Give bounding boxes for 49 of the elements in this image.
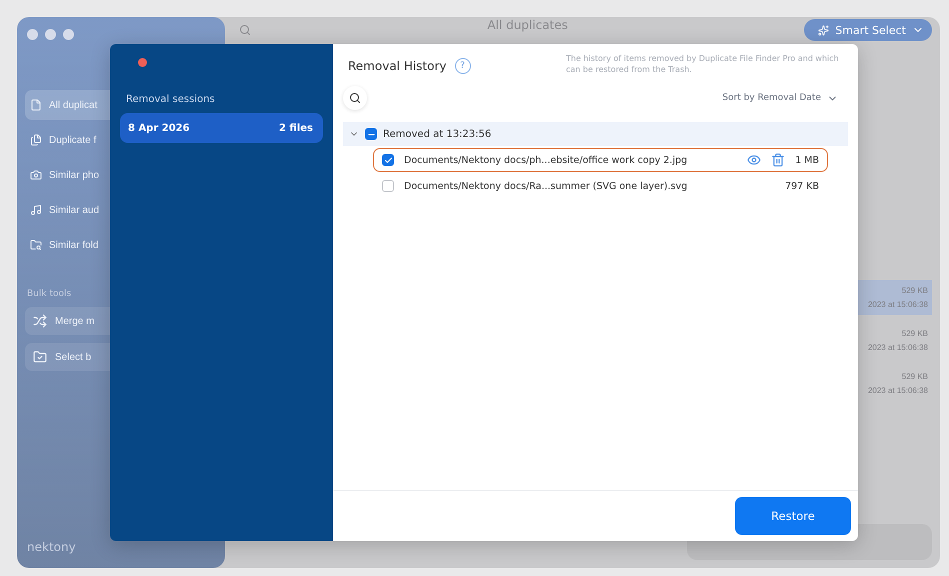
file-path: Documents/Nektony docs/ph...ebsite/office work copy 2.jpg — [404, 154, 688, 166]
help-button[interactable]: ? — [454, 58, 471, 74]
restore-button[interactable]: Restore — [735, 497, 851, 535]
file-size: 529 KB — [902, 286, 928, 295]
group-row[interactable]: Removed at 13:23:56 — [343, 122, 848, 146]
file-size: 529 KB — [902, 372, 928, 381]
eye-icon[interactable] — [747, 153, 762, 167]
close-button[interactable] — [138, 58, 147, 67]
file-date: 2023 at 15:06:38 — [868, 300, 928, 309]
window-dot[interactable] — [45, 29, 56, 40]
window-dot[interactable] — [63, 29, 74, 40]
trash-icon[interactable] — [771, 153, 786, 167]
folder-check-icon — [33, 350, 47, 364]
group-label: Removed at 13:23:56 — [383, 128, 492, 140]
sidebar-item[interactable]: Duplicate f — [25, 125, 116, 155]
window-dot[interactable] — [27, 29, 38, 40]
sort-dropdown[interactable]: Sort by Removal Date — [722, 92, 838, 104]
file-row[interactable]: Documents/Nektony docs/Ra...summer (SVG one layer).svg 797 KB — [373, 174, 828, 198]
sparkle-icon — [818, 24, 830, 36]
sessions-title: Removal sessions — [126, 94, 216, 105]
folder-icon — [30, 239, 42, 251]
section-label: Bulk tools — [27, 289, 72, 299]
file-size: 1 MB — [795, 154, 819, 166]
file-size: 529 KB — [902, 329, 928, 338]
smart-select-button[interactable]: Smart Select — [804, 19, 932, 41]
file-icon — [30, 99, 42, 111]
session-item[interactable]: 8 Apr 2026 2 files — [120, 113, 323, 143]
music-icon — [30, 204, 42, 216]
checkbox[interactable] — [382, 154, 394, 166]
merge-icon — [33, 314, 47, 328]
camera-icon — [30, 169, 42, 181]
file-date: 2023 at 15:06:38 — [868, 386, 928, 395]
file-size: 797 KB — [785, 180, 819, 192]
logo: nektony — [26, 540, 77, 556]
description: The history of items removed by Duplicate File Finder Pro and which can be restored from the Trash. — [566, 54, 840, 76]
sidebar-item[interactable]: Similar aud — [25, 195, 116, 225]
check-icon — [384, 156, 392, 164]
file-date: 2023 at 15:06:38 — [868, 343, 928, 352]
file-path: Documents/Nektony docs/Ra...summer (SVG one layer).svg — [404, 180, 688, 192]
dialog-title: Removal History — [348, 59, 447, 73]
file-row[interactable]: Documents/Nektony docs/ph...ebsite/office work copy 2.jpg 1 MB — [373, 148, 828, 172]
search-icon — [349, 92, 361, 104]
sidebar-item[interactable]: Similar fold — [25, 230, 116, 260]
window-title: All duplicates — [486, 18, 569, 32]
checkbox[interactable] — [382, 180, 394, 192]
files-icon — [30, 134, 42, 146]
search-icon[interactable] — [239, 24, 251, 36]
sidebar-item[interactable]: Similar pho — [25, 160, 116, 190]
checkbox[interactable] — [365, 128, 377, 140]
